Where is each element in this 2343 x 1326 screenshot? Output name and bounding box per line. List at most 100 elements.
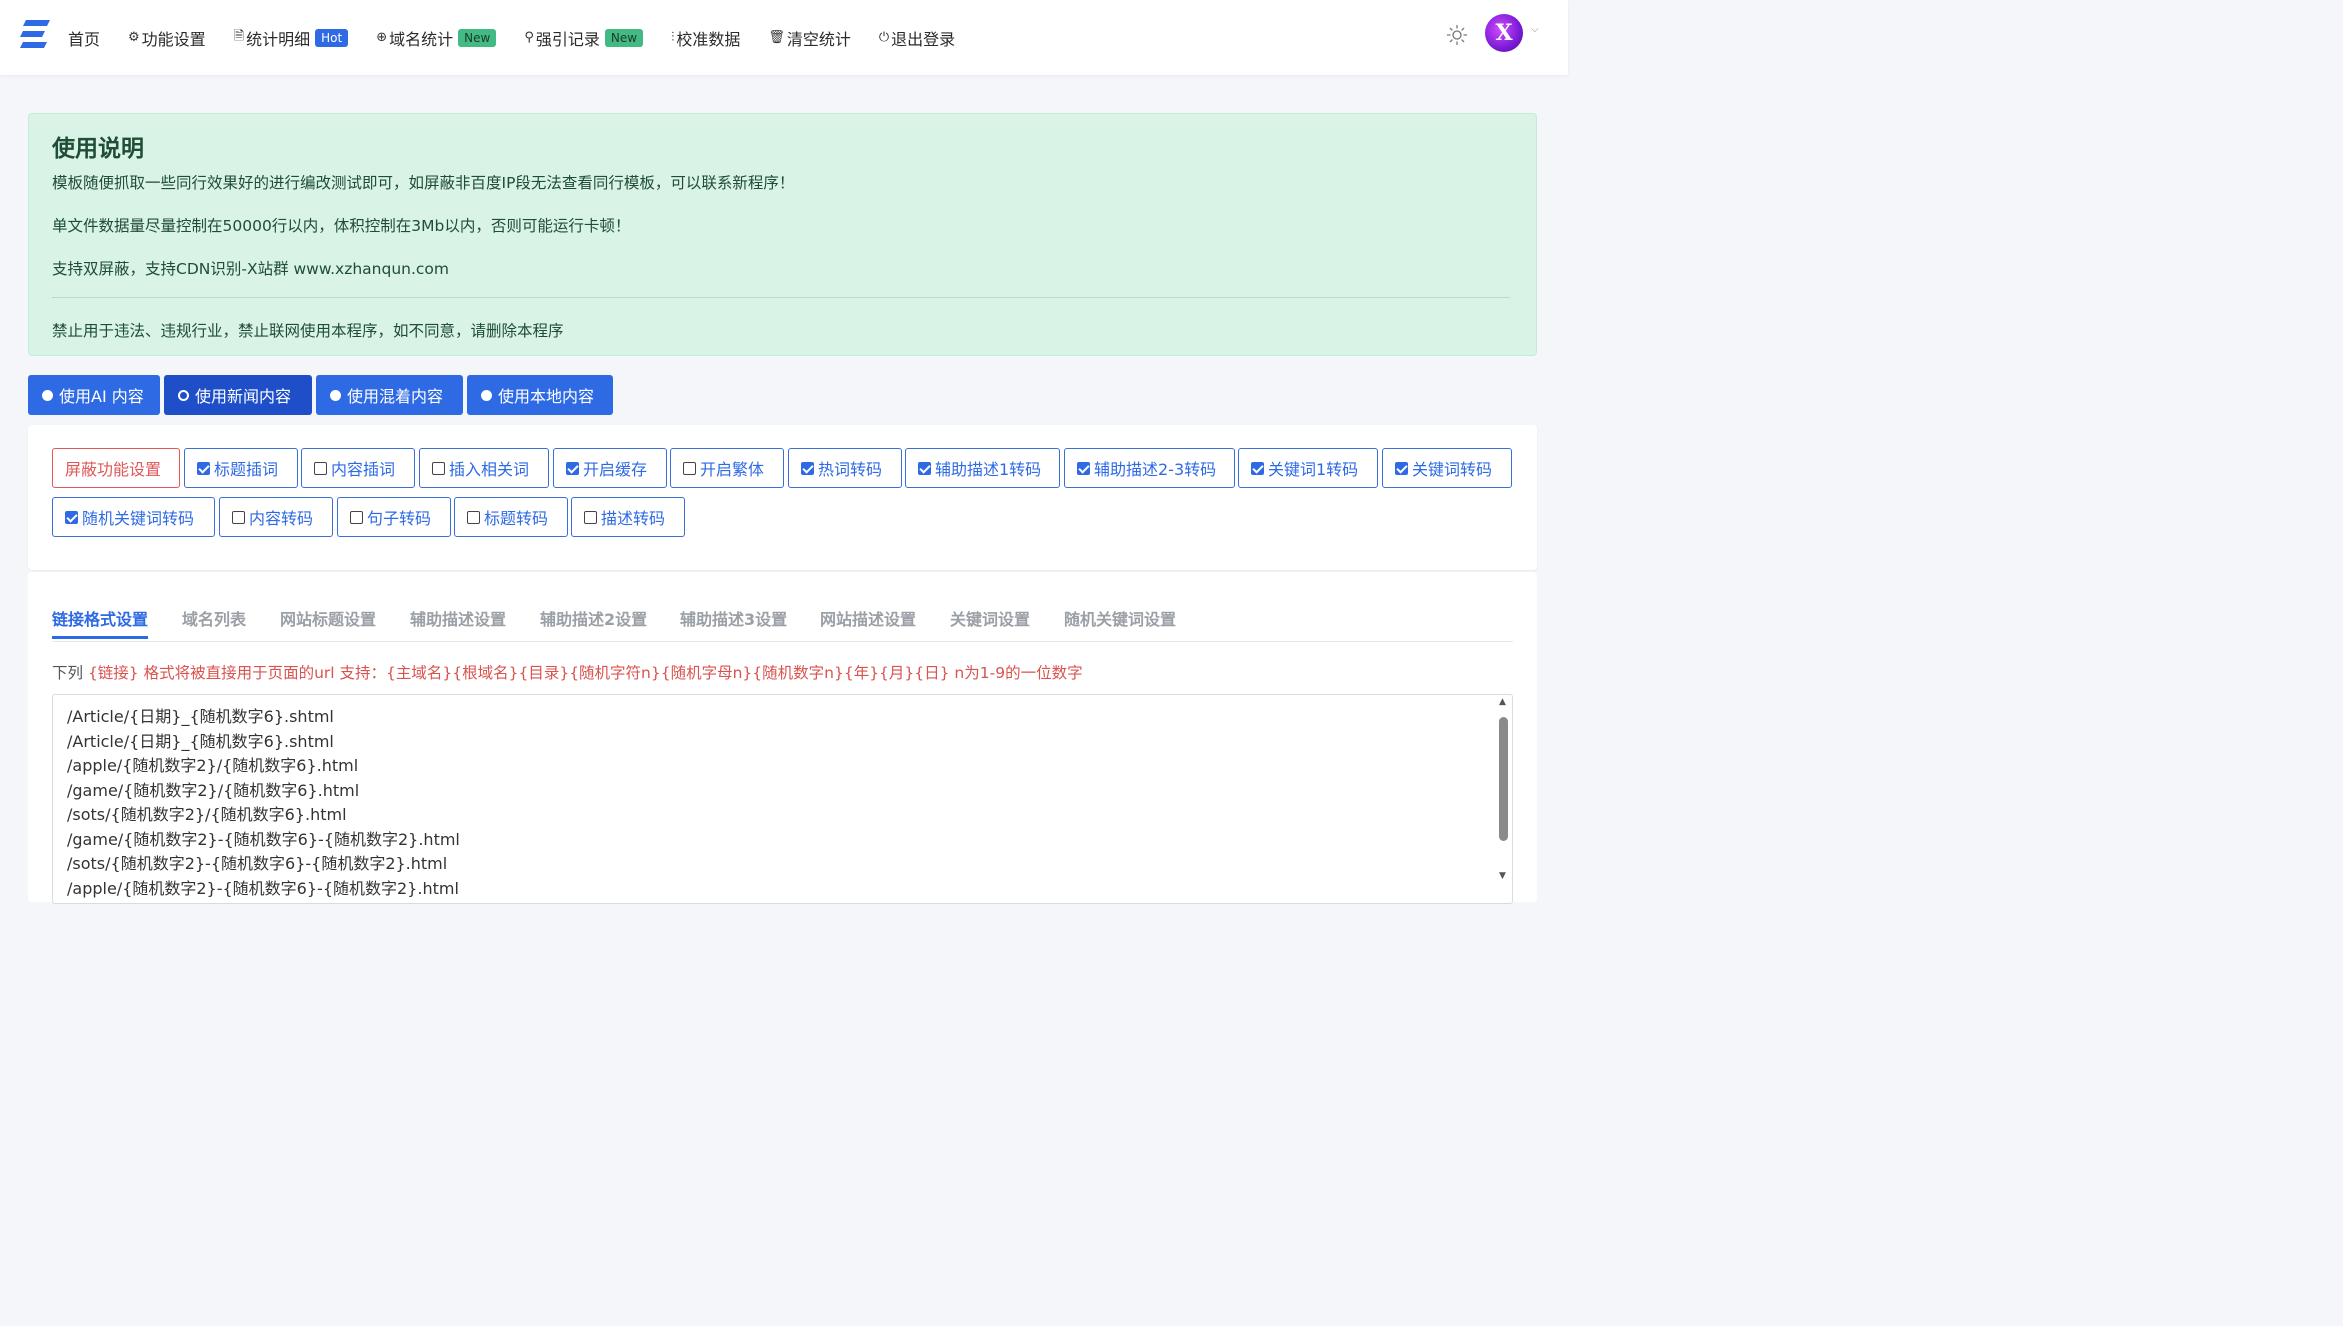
option-keyword1-encode[interactable]: 关键词1转码 (1238, 448, 1378, 488)
text-line: /game/{随机数字2}/{随机数字6}.html (67, 781, 360, 800)
nav-item-logout[interactable]: ⏻ 退出登录 (879, 26, 955, 50)
tab-keywords[interactable]: 关键词设置 (950, 606, 1030, 630)
nav-item-settings[interactable]: ⚙ 功能设置 (128, 26, 206, 50)
checkbox-checked-icon[interactable] (566, 461, 579, 475)
tab-link-format[interactable]: 链接格式设置 (52, 606, 149, 639)
option-hotword-encode[interactable]: 热词转码 (788, 448, 902, 488)
checkbox-icon[interactable] (683, 461, 696, 475)
nav-item-home[interactable]: 首页 (68, 26, 100, 50)
option-label: 标题插词 (214, 460, 279, 479)
checkbox-icon[interactable] (467, 510, 480, 524)
option-label: 描述转码 (601, 509, 666, 528)
link-icon: ⚲ (524, 30, 534, 45)
checkbox-icon[interactable] (432, 461, 445, 475)
option-label: 标题转码 (484, 509, 549, 528)
option-desc-encode[interactable]: 描述转码 (571, 497, 685, 537)
avatar[interactable]: X (1485, 14, 1523, 52)
sliders-icon: ⫶ (671, 30, 675, 45)
mode-local-button[interactable]: 使用本地内容 (467, 375, 613, 415)
option-traditional[interactable]: 开启繁体 (670, 448, 784, 488)
checkbox-checked-icon[interactable] (1077, 461, 1090, 475)
globe-icon: ⊕ (376, 30, 388, 45)
block-settings-button[interactable]: 屏蔽功能设置 (52, 448, 180, 488)
option-content-encode[interactable]: 内容转码 (219, 497, 333, 537)
nav-item-label: 统计明细 (246, 29, 311, 49)
option-label: 辅助描述2-3转码 (1094, 460, 1217, 479)
checkbox-checked-icon[interactable] (65, 510, 78, 524)
content-mode-group: 使用AI 内容 使用新闻内容 使用混着内容 使用本地内容 (28, 375, 617, 415)
checkbox-checked-icon[interactable] (1251, 461, 1264, 475)
tab-aux-desc2[interactable]: 辅助描述2设置 (540, 606, 647, 630)
link-format-hint: 下列 {链接} 格式将被直接用于页面的url 支持：{主域名}{根域名}{目录}… (52, 661, 1083, 683)
tab-random-keywords[interactable]: 随机关键词设置 (1064, 606, 1176, 630)
option-label: 辅助描述1转码 (935, 460, 1042, 479)
nav-item-domain-stats[interactable]: ⊕ 域名统计 New (376, 26, 497, 50)
option-desc23-encode[interactable]: 辅助描述2-3转码 (1064, 448, 1235, 488)
options-card: 屏蔽功能设置 标题插词 内容插词 插入相关词 开启缓存 开启繁体 热词转码 辅助… (28, 425, 1537, 570)
new-badge: New (604, 28, 644, 47)
checkbox-checked-icon[interactable] (918, 461, 931, 475)
checkbox-checked-icon[interactable] (1395, 461, 1408, 475)
theme-toggle-sun-icon[interactable] (1446, 24, 1468, 46)
option-label: 随机关键词转码 (82, 509, 195, 528)
option-label: 关键词转码 (1412, 460, 1493, 479)
tab-site-title[interactable]: 网站标题设置 (280, 606, 376, 630)
nav-item-calibrate[interactable]: ⫶ 校准数据 (671, 26, 740, 50)
checkbox-icon[interactable] (314, 461, 327, 475)
nav-item-label: 校准数据 (676, 29, 741, 49)
notice-line: 单文件数据量尽量控制在50000行以内，体积控制在3Mb以内，否则可能运行卡顿！ (52, 217, 631, 235)
option-label: 句子转码 (367, 509, 432, 528)
option-keyword-encode[interactable]: 关键词转码 (1382, 448, 1512, 488)
new-badge: New (458, 28, 497, 47)
mode-label: 使用AI 内容 (59, 387, 144, 406)
power-icon: ⏻ (878, 30, 890, 45)
notice-line: 支持双屏蔽，支持CDN识别-X站群 www.xzhanqun.com (52, 260, 449, 278)
tab-aux-desc3[interactable]: 辅助描述3设置 (680, 606, 787, 630)
nav-item-redirect-log[interactable]: ⚲ 强引记录 New (524, 26, 644, 50)
text-line: /Article/{日期}_{随机数字6}.shtml (67, 732, 334, 751)
nav-item-label: 域名统计 (389, 29, 454, 49)
link-format-textarea[interactable]: /Article/{日期}_{随机数字6}.shtml /Article/{日期… (52, 694, 1513, 904)
nav-item-label: 首页 (68, 29, 101, 49)
option-title-insert[interactable]: 标题插词 (184, 448, 298, 488)
option-desc1-encode[interactable]: 辅助描述1转码 (905, 448, 1060, 488)
checkbox-icon[interactable] (232, 510, 245, 524)
gear-icon: ⚙ (128, 30, 140, 45)
option-label: 插入相关词 (449, 460, 530, 479)
tab-domain-list[interactable]: 域名列表 (182, 606, 246, 630)
trash-icon: 🗑 (768, 30, 785, 45)
nav-item-label: 清空统计 (786, 29, 851, 49)
mode-news-button[interactable]: 使用新闻内容 (164, 375, 312, 415)
mode-mixed-button[interactable]: 使用混着内容 (316, 375, 463, 415)
scroll-up-arrow-icon[interactable]: ▲ (1499, 697, 1506, 707)
option-related-words[interactable]: 插入相关词 (419, 448, 549, 488)
top-navbar: 首页 ⚙ 功能设置 🗎 统计明细 Hot ⊕ 域名统计 New ⚲ 强引记录 N… (0, 0, 1568, 75)
tab-site-desc[interactable]: 网站描述设置 (820, 606, 916, 630)
option-title-encode[interactable]: 标题转码 (454, 497, 568, 537)
tab-aux-desc[interactable]: 辅助描述设置 (410, 606, 506, 630)
chevron-down-icon[interactable]: ⌵ (1531, 24, 1539, 35)
nav-item-clear-stats[interactable]: 🗑 清空统计 (768, 26, 851, 50)
option-sentence-encode[interactable]: 句子转码 (337, 497, 451, 537)
document-icon: 🗎 (233, 28, 245, 44)
checkbox-icon[interactable] (350, 510, 363, 524)
checkbox-icon[interactable] (584, 510, 597, 524)
checkbox-checked-icon[interactable] (197, 461, 210, 475)
logo-icon[interactable] (20, 18, 50, 50)
nav-item-label: 强引记录 (535, 29, 600, 49)
textarea-scrollbar[interactable]: ▲ ▼ (1496, 697, 1510, 887)
option-cache[interactable]: 开启缓存 (553, 448, 667, 488)
tab-bar: 链接格式设置 域名列表 网站标题设置 辅助描述设置 辅助描述2设置 辅助描述3设… (52, 572, 1513, 642)
checkbox-checked-icon[interactable] (801, 461, 814, 475)
text-line: /sots/{随机数字2}-{随机数字6}-{随机数字2}.html (67, 854, 448, 873)
scroll-down-arrow-icon[interactable]: ▼ (1499, 871, 1506, 881)
scrollbar-thumb[interactable] (1499, 717, 1508, 841)
notice-divider (52, 297, 1510, 298)
nav-item-stats-detail[interactable]: 🗎 统计明细 Hot (234, 26, 349, 50)
option-random-keyword-encode[interactable]: 随机关键词转码 (52, 497, 215, 537)
mode-ai-button[interactable]: 使用AI 内容 (28, 375, 160, 415)
notice-warning: 禁止用于违法、违规行业，禁止联网使用本程序，如不同意，请删除本程序 (52, 322, 564, 340)
nav-item-label: 功能设置 (141, 29, 206, 49)
option-content-insert[interactable]: 内容插词 (301, 448, 415, 488)
text-line: /game/{随机数字2}-{随机数字6}-{随机数字2}.html (67, 830, 460, 849)
